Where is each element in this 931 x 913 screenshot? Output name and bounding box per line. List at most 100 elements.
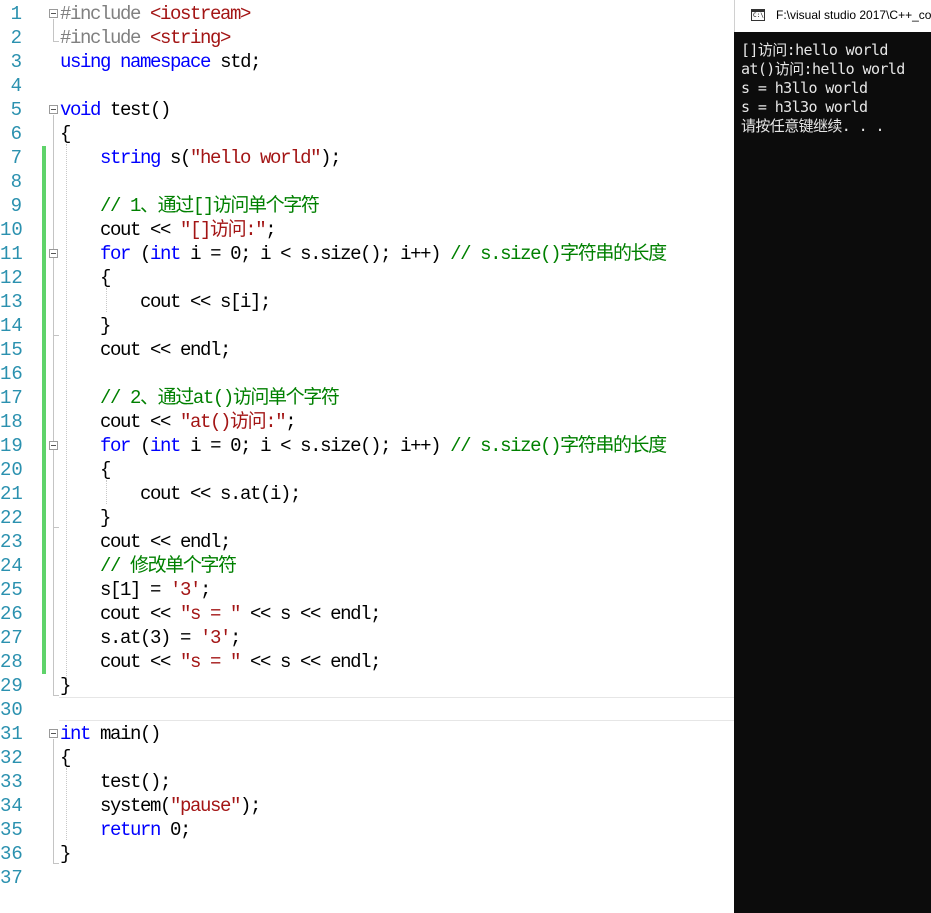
- code-line[interactable]: cout << s.at(i);: [60, 482, 301, 506]
- code-line[interactable]: #include <iostream>: [60, 2, 251, 26]
- console-titlebar[interactable]: C:\ F:\visual studio 2017\C++_co: [734, 0, 931, 32]
- console-output-line: s = h3llo world: [741, 79, 868, 97]
- code-line[interactable]: }: [60, 506, 111, 530]
- fold-toggle-icon[interactable]: [49, 729, 58, 738]
- current-line-highlight: [59, 697, 734, 721]
- code-token: {: [60, 747, 71, 769]
- string-token: "s = ": [180, 603, 241, 625]
- code-line[interactable]: cout << "s = " << s << endl;: [60, 650, 381, 674]
- line-number: 5: [10, 99, 22, 121]
- string-token: "[]访问:": [180, 219, 267, 241]
- code-line[interactable]: // 2、通过at()访问单个字符: [60, 386, 340, 410]
- line-number: 24: [0, 555, 23, 577]
- line-number: 37: [0, 867, 23, 889]
- fold-region-line: [53, 739, 54, 863]
- code-token: i = 0; i < s.size(); i++): [180, 243, 451, 265]
- line-number: 9: [10, 195, 22, 217]
- code-token: s(: [160, 147, 191, 169]
- code-line[interactable]: }: [60, 314, 111, 338]
- code-line[interactable]: {: [60, 458, 111, 482]
- code-line[interactable]: return 0;: [60, 818, 191, 842]
- code-line[interactable]: }: [60, 842, 71, 866]
- console-output-line: []访问:hello world: [741, 41, 888, 59]
- code-line[interactable]: cout << s[i];: [60, 290, 271, 314]
- keyword-token: for: [100, 435, 131, 457]
- code-line[interactable]: cout << "s = " << s << endl;: [60, 602, 381, 626]
- line-number: 13: [0, 291, 23, 313]
- line-number: 26: [0, 603, 23, 625]
- keyword-token: return: [100, 819, 161, 841]
- console-output-line: at()访问:hello world: [741, 60, 905, 78]
- console-output-line: s = h3l3o world: [741, 98, 868, 116]
- fold-toggle-icon[interactable]: [49, 105, 58, 114]
- fold-toggle-icon[interactable]: [49, 9, 58, 18]
- line-number: 29: [0, 675, 23, 697]
- code-token: cout <<: [60, 603, 181, 625]
- code-line[interactable]: using namespace std;: [60, 50, 261, 74]
- fold-region-line: [53, 259, 54, 335]
- code-line[interactable]: string s("hello world");: [60, 146, 341, 170]
- keyword-token: int: [60, 723, 91, 745]
- keyword-token: void: [60, 99, 101, 121]
- code-token: 0;: [160, 819, 191, 841]
- screen: 1 2 3 4 5 6 7 8 9 10 11 12 13 14 15 16 17 18 19 20 21 22 23 24 2…: [0, 0, 931, 913]
- code-line[interactable]: int main(): [60, 722, 161, 746]
- code-token: }: [60, 315, 111, 337]
- code-token: {: [60, 267, 111, 289]
- code-token: cout << s.at(i);: [60, 483, 301, 505]
- line-number: 2: [10, 27, 22, 49]
- code-line[interactable]: {: [60, 266, 111, 290]
- code-token: {: [60, 123, 71, 145]
- line-number: 25: [0, 579, 23, 601]
- code-line[interactable]: // 修改单个字符: [60, 554, 237, 578]
- string-token: '3': [170, 579, 201, 601]
- code-token: );: [320, 147, 341, 169]
- code-line[interactable]: s.at(3) = '3';: [60, 626, 241, 650]
- comment-token: // 1、通过[]访问单个字符: [100, 195, 320, 217]
- code-token: cout <<: [60, 651, 181, 673]
- code-line[interactable]: {: [60, 746, 71, 770]
- fold-region-end: [53, 863, 59, 864]
- code-line[interactable]: for (int i = 0; i < s.size(); i++) // s.…: [60, 242, 667, 266]
- code-token: );: [240, 795, 261, 817]
- code-line[interactable]: }: [60, 674, 71, 698]
- code-token: << s << endl;: [240, 603, 381, 625]
- code-token: test(): [100, 99, 171, 121]
- line-number: 31: [0, 723, 23, 745]
- code-line[interactable]: cout << endl;: [60, 530, 231, 554]
- fold-region-line: [53, 451, 54, 527]
- code-token: << s << endl;: [240, 651, 381, 673]
- line-number: 23: [0, 531, 23, 553]
- fold-toggle-icon[interactable]: [49, 249, 58, 258]
- code-line[interactable]: cout << "at()访问:";: [60, 410, 297, 434]
- code-line[interactable]: void test(): [60, 98, 171, 122]
- code-line[interactable]: #include <string>: [60, 26, 231, 50]
- code-line[interactable]: cout << endl;: [60, 338, 231, 362]
- code-line[interactable]: for (int i = 0; i < s.size(); i++) // s.…: [60, 434, 667, 458]
- code-token: std;: [210, 51, 261, 73]
- line-number: 27: [0, 627, 23, 649]
- fold-toggle-icon[interactable]: [49, 441, 58, 450]
- code-line[interactable]: cout << "[]访问:";: [60, 218, 277, 242]
- line-number: 14: [0, 315, 23, 337]
- line-number: 17: [0, 387, 23, 409]
- code-editor[interactable]: 1 2 3 4 5 6 7 8 9 10 11 12 13 14 15 16 17 18 19 20 21 22 23 24 2…: [0, 0, 734, 913]
- keyword-token: int: [150, 243, 181, 265]
- line-number: 20: [0, 459, 23, 481]
- code-line[interactable]: // 1、通过[]访问单个字符: [60, 194, 320, 218]
- comment-token: // 修改单个字符: [100, 555, 237, 577]
- code-token: cout << s[i];: [60, 291, 271, 313]
- fold-region-line: [53, 19, 54, 41]
- code-line[interactable]: s[1] = '3';: [60, 578, 211, 602]
- code-line[interactable]: {: [60, 122, 71, 146]
- code-token: s.at(3) =: [60, 627, 201, 649]
- comment-token: // s.size()字符串的长度: [450, 243, 667, 265]
- code-token: {: [60, 459, 111, 481]
- console-window[interactable]: C:\ F:\visual studio 2017\C++_co []访问:he…: [734, 0, 931, 913]
- code-line[interactable]: system("pause");: [60, 794, 261, 818]
- code-line[interactable]: test();: [60, 770, 171, 794]
